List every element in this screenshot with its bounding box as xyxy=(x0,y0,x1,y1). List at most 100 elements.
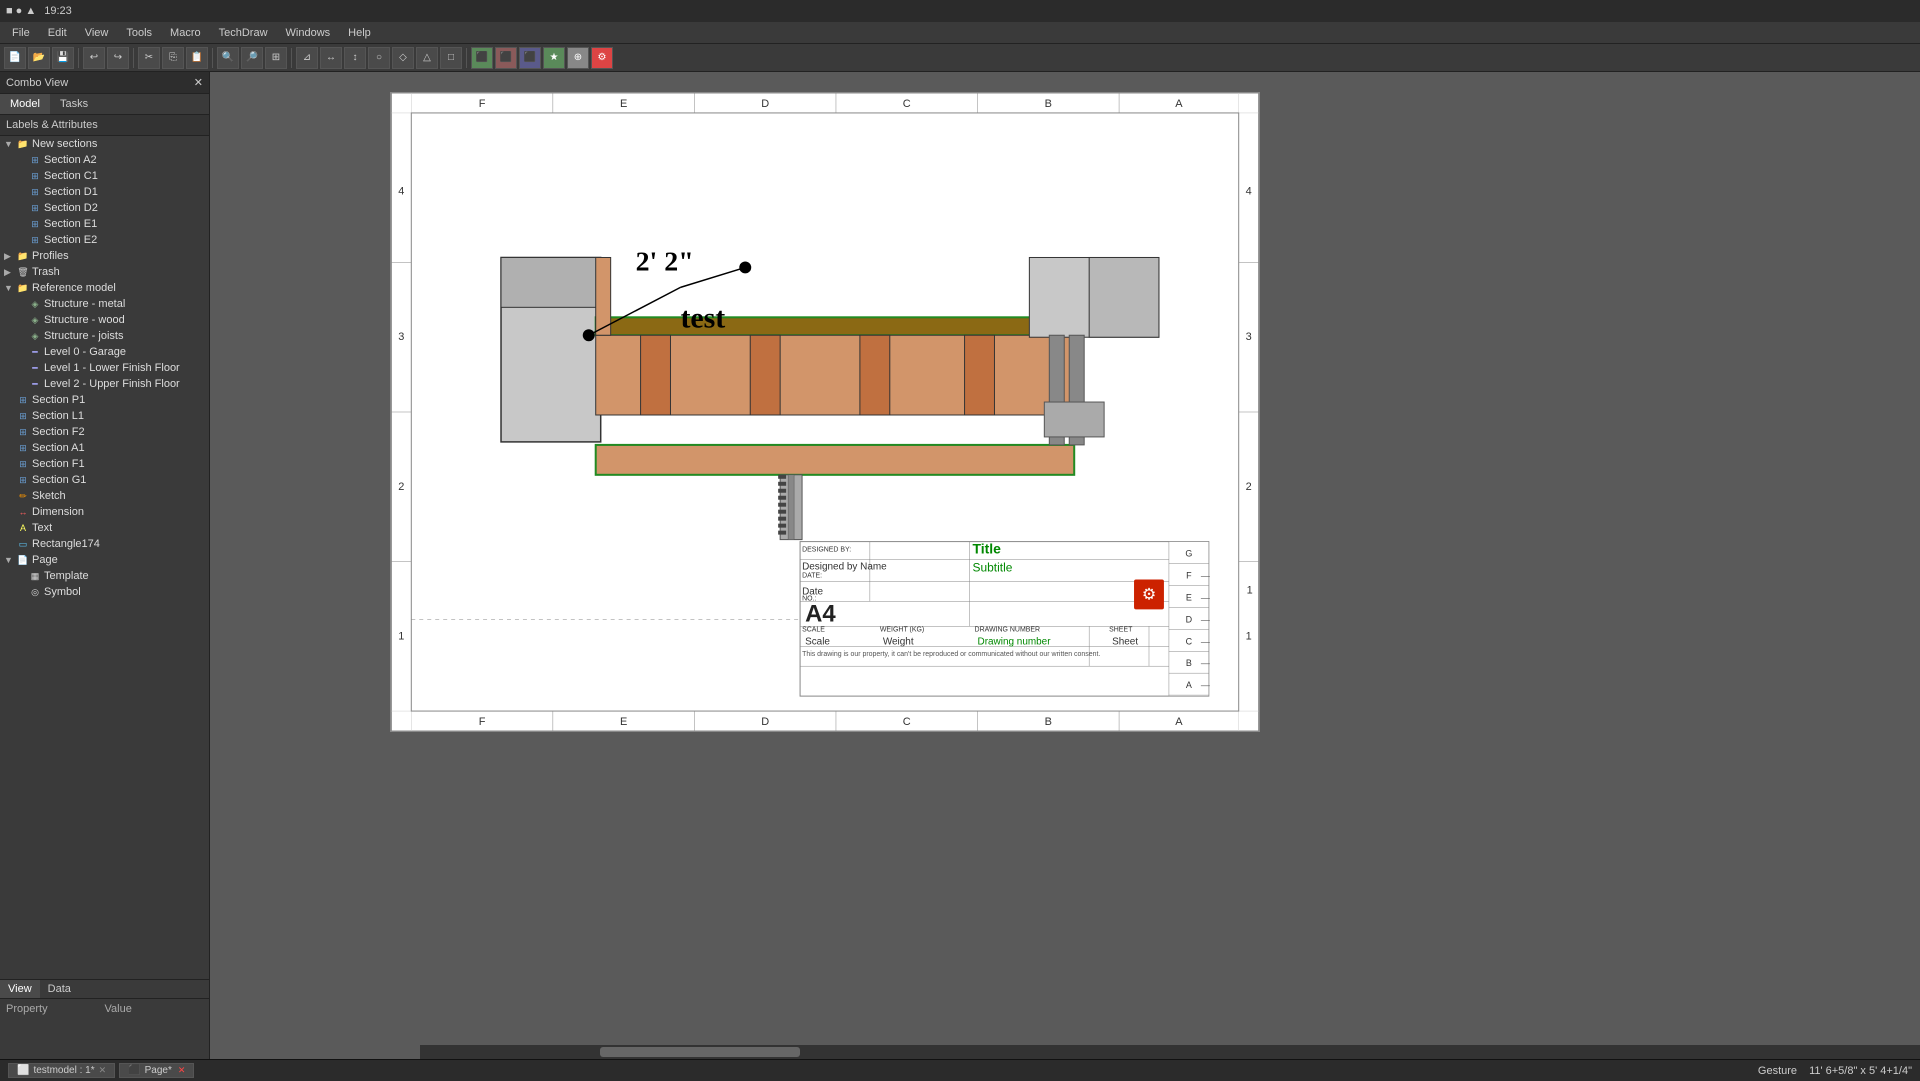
tb-new[interactable]: 📄 xyxy=(4,47,26,69)
tree-item-sketch[interactable]: ✏ Sketch xyxy=(0,488,209,504)
model-tasks-tabs: Model Tasks xyxy=(0,94,209,115)
tree-item-level-0[interactable]: ━ Level 0 - Garage xyxy=(0,344,209,360)
menu-macro[interactable]: Macro xyxy=(162,25,209,41)
tab-testmodel[interactable]: ⬜ testmodel : 1* ✕ xyxy=(8,1063,115,1078)
tb-save[interactable]: 💾 xyxy=(52,47,74,69)
tb-b7[interactable]: □ xyxy=(440,47,462,69)
svg-text:1: 1 xyxy=(1247,584,1253,596)
tree-item-section-f2[interactable]: ⊞ Section F2 xyxy=(0,424,209,440)
main-area: Combo View ✕ Model Tasks Labels & Attrib… xyxy=(0,72,1920,1059)
tree-item-symbol[interactable]: ◎ Symbol xyxy=(0,584,209,600)
tb-c5[interactable]: ⊕ xyxy=(567,47,589,69)
tb-zoom-in[interactable]: 🔍 xyxy=(217,47,239,69)
tree-item-section-l1[interactable]: ⊞ Section L1 xyxy=(0,408,209,424)
tb-b5[interactable]: ◇ xyxy=(392,47,414,69)
system-icons: ■ ● ▲ xyxy=(6,5,36,17)
scrollbar-thumb[interactable] xyxy=(600,1047,800,1057)
svg-text:test: test xyxy=(680,301,725,334)
left-panel: Combo View ✕ Model Tasks Labels & Attrib… xyxy=(0,72,210,1059)
testmodel-close[interactable]: ✕ xyxy=(99,1065,107,1076)
svg-text:2: 2 xyxy=(1246,481,1252,493)
tree-item-section-f1[interactable]: ⊞ Section F1 xyxy=(0,456,209,472)
tree-item-section-d1[interactable]: ⊞ Section D1 xyxy=(0,184,209,200)
menu-edit[interactable]: Edit xyxy=(40,25,75,41)
tb-redo[interactable]: ↪ xyxy=(107,47,129,69)
tree-item-struct-joists[interactable]: ◈ Structure - joists xyxy=(0,328,209,344)
tree-item-trash[interactable]: ▶ 🗑 Trash xyxy=(0,264,209,280)
tree-item-dimension[interactable]: ↔ Dimension xyxy=(0,504,209,520)
struct-icon: ◈ xyxy=(28,329,42,343)
combo-view-title: Combo View xyxy=(6,77,68,89)
tree-item-new-sections[interactable]: ▼ 📁 New sections xyxy=(0,136,209,152)
tree-item-section-a2[interactable]: ⊞ Section A2 xyxy=(0,152,209,168)
tb-c3[interactable]: ⬛ xyxy=(519,47,541,69)
tree-item-section-a1[interactable]: ⊞ Section A1 xyxy=(0,440,209,456)
svg-text:B: B xyxy=(1045,716,1052,728)
tb-cut[interactable]: ✂ xyxy=(138,47,160,69)
tab-page[interactable]: ⬛ Page* ✕ xyxy=(119,1063,194,1078)
tab-data[interactable]: Data xyxy=(40,980,79,998)
tree-item-template[interactable]: ▦ Template xyxy=(0,568,209,584)
symbol-icon: ◎ xyxy=(28,585,42,599)
coordinates-label: 11' 6+5/8" x 5' 4+1/4" xyxy=(1809,1065,1912,1077)
tree-view: ▼ 📁 New sections ⊞ Section A2 ⊞ Section … xyxy=(0,136,209,979)
menu-help[interactable]: Help xyxy=(340,25,379,41)
tab-tasks[interactable]: Tasks xyxy=(50,94,98,114)
tree-item-section-e2[interactable]: ⊞ Section E2 xyxy=(0,232,209,248)
tb-c2[interactable]: ⬛ xyxy=(495,47,517,69)
svg-text:D: D xyxy=(1186,614,1193,624)
menu-windows[interactable]: Windows xyxy=(278,25,339,41)
tb-c4[interactable]: ★ xyxy=(543,47,565,69)
tree-item-rectangle174[interactable]: ▭ Rectangle174 xyxy=(0,536,209,552)
system-icon-3: ▲ xyxy=(25,5,36,17)
tb-b6[interactable]: △ xyxy=(416,47,438,69)
tb-b1[interactable]: ⊿ xyxy=(296,47,318,69)
tb-b4[interactable]: ○ xyxy=(368,47,390,69)
tb-b2[interactable]: ↔ xyxy=(320,47,342,69)
tree-item-profiles[interactable]: ▶ 📁 Profiles xyxy=(0,248,209,264)
svg-text:B: B xyxy=(1045,98,1052,110)
tree-item-section-d2[interactable]: ⊞ Section D2 xyxy=(0,200,209,216)
drawing-svg: F E D C B A F E D C B A xyxy=(391,93,1259,731)
horizontal-scrollbar[interactable] xyxy=(420,1045,1920,1059)
tb-zoom-out[interactable]: 🔎 xyxy=(241,47,263,69)
section-icon: ⊞ xyxy=(16,393,30,407)
tab-view[interactable]: View xyxy=(0,980,40,998)
tree-item-struct-metal[interactable]: ◈ Structure - metal xyxy=(0,296,209,312)
tree-item-section-e1[interactable]: ⊞ Section E1 xyxy=(0,216,209,232)
svg-text:Designed by Name: Designed by Name xyxy=(802,562,887,573)
tree-item-section-c1[interactable]: ⊞ Section C1 xyxy=(0,168,209,184)
tree-item-level-2[interactable]: ━ Level 2 - Upper Finish Floor xyxy=(0,376,209,392)
tree-item-page[interactable]: ▼ 📄 Page xyxy=(0,552,209,568)
tb-b3[interactable]: ↕ xyxy=(344,47,366,69)
svg-text:2: 2 xyxy=(398,481,404,493)
tree-item-reference-model[interactable]: ▼ 📁 Reference model xyxy=(0,280,209,296)
menu-file[interactable]: File xyxy=(4,25,38,41)
tree-item-text[interactable]: A Text xyxy=(0,520,209,536)
menu-tools[interactable]: Tools xyxy=(118,25,160,41)
tab-model[interactable]: Model xyxy=(0,94,50,114)
tb-c6[interactable]: ⚙ xyxy=(591,47,613,69)
tree-item-section-p1[interactable]: ⊞ Section P1 xyxy=(0,392,209,408)
canvas-area[interactable]: F E D C B A F E D C B A xyxy=(210,72,1920,1059)
testmodel-icon: ⬜ xyxy=(17,1065,29,1076)
tree-item-struct-wood[interactable]: ◈ Structure - wood xyxy=(0,312,209,328)
tb-copy[interactable]: ⎘ xyxy=(162,47,184,69)
statusbar-right: Gesture 11' 6+5/8" x 5' 4+1/4" xyxy=(1758,1065,1912,1077)
page-close[interactable]: ✕ xyxy=(178,1065,186,1076)
tb-c1[interactable]: ⬛ xyxy=(471,47,493,69)
statusbar-tabs: ⬜ testmodel : 1* ✕ ⬛ Page* ✕ xyxy=(8,1063,194,1078)
tb-paste[interactable]: 📋 xyxy=(186,47,208,69)
tb-undo[interactable]: ↩ xyxy=(83,47,105,69)
svg-text:Weight: Weight xyxy=(883,636,914,647)
combo-view-header: Combo View ✕ xyxy=(0,72,209,94)
menu-view[interactable]: View xyxy=(77,25,117,41)
svg-text:D: D xyxy=(761,98,769,110)
menu-techdraw[interactable]: TechDraw xyxy=(211,25,276,41)
tree-item-level-1[interactable]: ━ Level 1 - Lower Finish Floor xyxy=(0,360,209,376)
combo-view-close[interactable]: ✕ xyxy=(194,76,203,89)
struct-icon: ◈ xyxy=(28,297,42,311)
tb-open[interactable]: 📂 xyxy=(28,47,50,69)
tree-item-section-g1[interactable]: ⊞ Section G1 xyxy=(0,472,209,488)
tb-fit[interactable]: ⊞ xyxy=(265,47,287,69)
